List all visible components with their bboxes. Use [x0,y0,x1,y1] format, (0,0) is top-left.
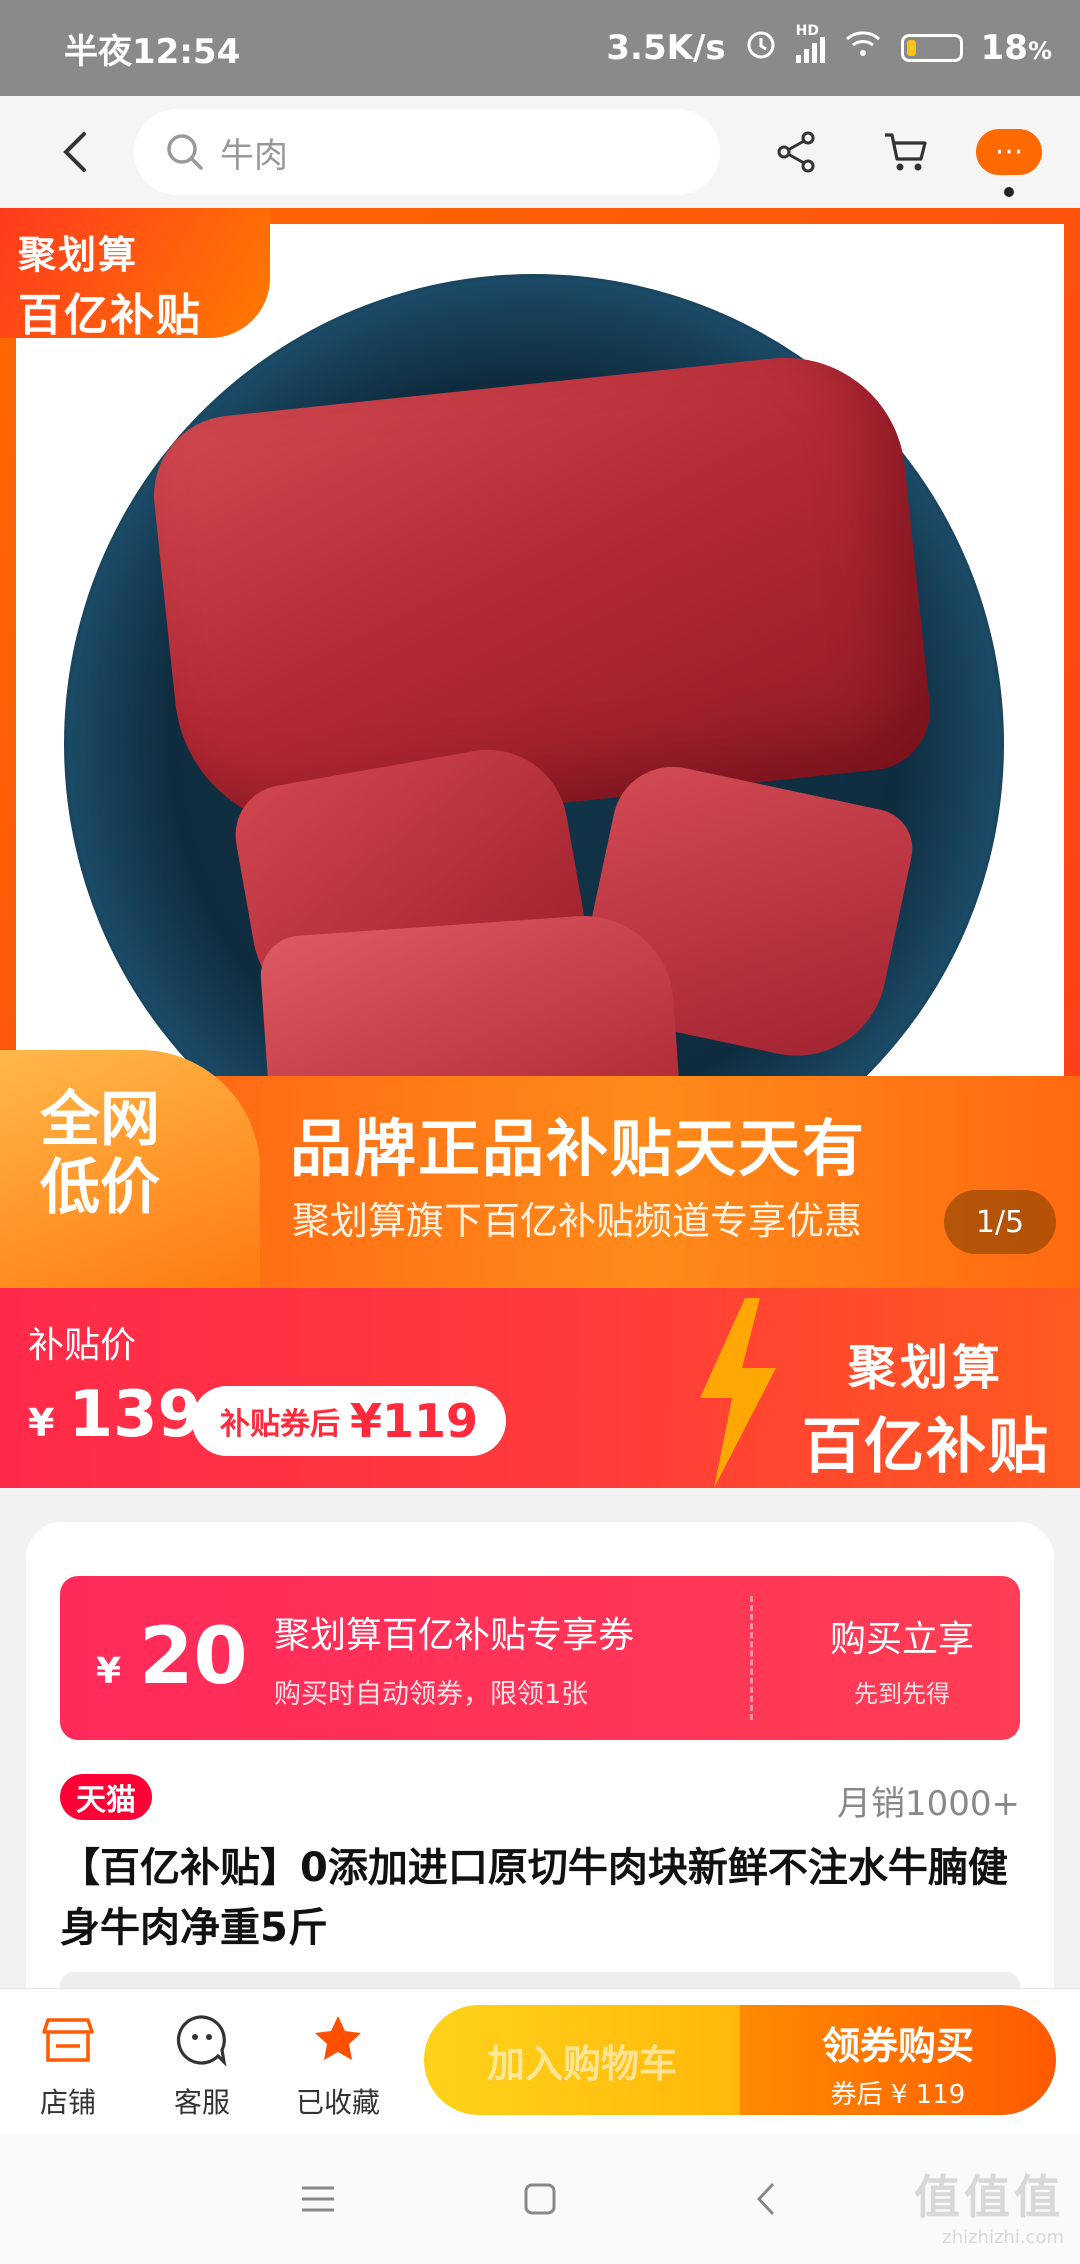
home-icon [524,2183,556,2215]
buy-sub-label: 券后 ¥ 119 [830,2080,966,2110]
buy-label: 领券购买 [821,2024,974,2068]
price-value: 139 [68,1378,203,1452]
currency-symbol: ¥ [28,1401,55,1445]
coupon-cta-sub: 先到先得 [853,1680,950,1708]
store-icon [42,2018,94,2062]
favorite-label: 已收藏 [295,2086,380,2119]
after-coupon-label: 补贴券后 [220,1407,340,1442]
wifi-icon [843,28,883,68]
status-bar: 半夜12:54 3.5K/s HD 18% [0,0,1080,96]
back-icon [63,132,86,172]
product-title: 【百亿补贴】0添加进口原切牛肉块新鲜不注水牛腩健身牛肉净重5斤 [60,1845,1008,1951]
alarm-icon [744,27,778,70]
favorite-button[interactable]: 已收藏 [278,2009,398,2121]
subsidy-price-label: 补贴价 [28,1325,137,1366]
battery-percent: 18% [980,28,1052,68]
lightning-icon [700,1298,776,1488]
more-button[interactable]: ··· [976,129,1042,197]
cart-icon [885,133,927,171]
badge-line2: 百亿补贴 [18,290,202,341]
product-info-card: ¥20 聚划算百亿补贴专享券 购买时自动领券，限领1张 购买立享 先到先得 天猫… [26,1522,1054,2002]
search-icon [167,134,203,170]
juhuasuan-badge: 聚划算 百亿补贴 [0,208,270,341]
tmall-badge: 天猫 [60,1774,152,1820]
coupon-currency: ¥ [96,1651,122,1692]
lowest-price-text: 全网 低价 [40,1085,160,1223]
watermark-url: zhizhizhi.com [942,2227,1064,2248]
juhuasuan-brand: 聚划算 百亿补贴 [802,1328,1050,1485]
coupon-amount: ¥20 [96,1612,248,1702]
buy-with-coupon-button[interactable]: 领券购买 券后 ¥ 119 [740,2005,1056,2115]
watermark-logo: 值值值 [914,2170,1064,2224]
coupon-banner[interactable]: ¥20 聚划算百亿补贴专享券 购买时自动领券，限领1张 购买立享 先到先得 [60,1576,1020,1740]
system-back-button[interactable] [736,2174,796,2224]
back-arrow-icon [756,2182,775,2216]
status-time: 半夜12:54 [64,31,241,72]
bottom-action-bar: 店铺 客服 已收藏 加入购物车 领券购买 券后 ¥ 119 [0,1988,1080,2135]
menu-button[interactable] [288,2174,348,2224]
star-icon [315,2016,361,2060]
menu-icon [302,2186,334,2212]
product-image-carousel[interactable]: 聚划算 百亿补贴 全网 低价 品牌正品补贴天天有 聚划算旗下百亿补贴频道专享优惠… [0,208,1080,1288]
lowest-price-badge: 全网 低价 [0,1050,260,1288]
store-button[interactable]: 店铺 [8,2009,128,2121]
hd-label: HD [795,23,819,39]
cart-button[interactable] [870,116,942,188]
system-nav-bar: 值值值 zhizhizhi.com [0,2134,1080,2264]
battery-icon [900,34,963,62]
promo-title: 品牌正品补贴天天有 [290,1112,867,1185]
search-text: 牛肉 [220,135,288,176]
net-speed: 3.5K/s [606,28,726,68]
coupon-cta[interactable]: 购买立享 先到先得 [830,1610,974,1709]
coupon-cta-label: 购买立享 [829,1619,974,1660]
store-label: 店铺 [39,2086,96,2119]
brand-line1: 聚划算 [847,1340,1004,1396]
more-icon: ··· [994,134,1024,170]
share-icon [777,131,815,173]
coupon-title: 聚划算百亿补贴专享券 [274,1615,635,1656]
after-coupon-value: ¥119 [350,1394,479,1448]
after-coupon-price: 补贴券后 ¥119 [192,1386,507,1456]
brand-line2: 百亿补贴 [802,1412,1050,1482]
watermark: 值值值 zhizhizhi.com [914,2161,1064,2248]
coupon-divider [750,1596,753,1720]
status-right: 3.5K/s HD 18% [606,23,1052,70]
signal-icon: HD [795,23,825,63]
add-to-cart-button[interactable]: 加入购物车 [424,2005,740,2115]
share-button[interactable] [760,116,832,188]
badge-line1: 聚划算 [18,233,139,277]
price-banner: 补贴价 ¥139 补贴券后 ¥119 聚划算 百亿补贴 [0,1288,1080,1488]
coupon-value: 20 [139,1612,248,1702]
service-icon [176,2015,227,2067]
monthly-sales: 月销1000+ [836,1784,1020,1824]
top-nav: 牛肉 ··· [0,96,1080,208]
coupon-desc: 购买时自动领券，限领1张 [274,1679,589,1710]
beef-image [146,345,936,843]
home-button[interactable] [510,2174,570,2224]
back-button[interactable] [40,117,110,187]
promo-subtitle: 聚划算旗下百亿补贴频道专享优惠 [292,1199,863,1243]
search-input[interactable]: 牛肉 [134,109,720,195]
customer-service-button[interactable]: 客服 [142,2009,262,2121]
subsidy-price: ¥139 [28,1378,202,1452]
image-pager: 1/5 [944,1190,1056,1254]
service-label: 客服 [173,2086,230,2119]
